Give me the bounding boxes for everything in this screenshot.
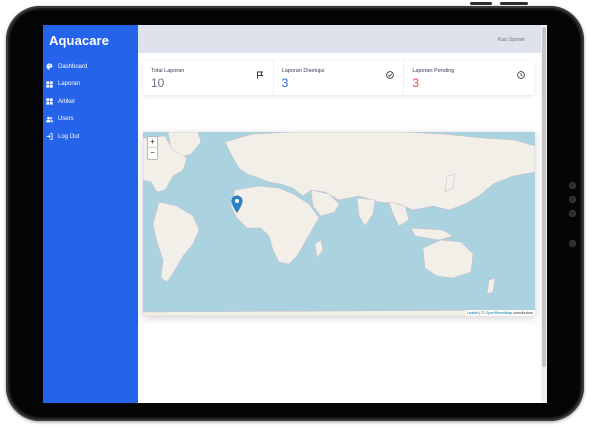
power-button <box>470 2 492 5</box>
grid-icon <box>46 98 53 105</box>
sidebar-item-laporan[interactable]: Laporan <box>46 76 136 94</box>
camera-dot <box>569 210 576 217</box>
map-view[interactable]: + − Leaflet | © OpenStreetMap contributo… <box>143 132 535 316</box>
stat-label: Laporan Pending <box>412 68 455 74</box>
attribution-tail: contributors <box>512 311 533 315</box>
flag-icon <box>256 71 263 79</box>
main-content: Kaci Sponer Total Laporan 10 Laporan Dis… <box>138 25 547 403</box>
check-circle-icon <box>386 71 395 79</box>
leaflet-link[interactable]: Leaflet <box>467 311 478 315</box>
logout-icon <box>46 133 53 140</box>
sidebar-item-label: Users <box>58 116 74 123</box>
grid-icon <box>46 81 53 88</box>
camera-dot <box>569 196 576 203</box>
stat-card-total: Total Laporan 10 <box>143 61 274 95</box>
sidebar-nav: Dashboard Laporan Artikel Users Log Out <box>46 58 136 146</box>
sidebar-item-label: Log Out <box>58 133 80 140</box>
sidebar-item-dashboard[interactable]: Dashboard <box>46 58 136 76</box>
world-map <box>143 132 535 316</box>
sidebar-item-label: Laporan <box>58 81 81 88</box>
map-marker-icon[interactable] <box>231 195 243 213</box>
osm-link[interactable]: OpenStreetMap <box>485 311 512 315</box>
zoom-control: + − <box>147 136 158 160</box>
stats-cards: Total Laporan 10 Laporan Disetujui 3 Lap… <box>143 61 534 95</box>
stat-label: Laporan Disetujui <box>281 68 325 74</box>
sidebar-item-artikel[interactable]: Artikel <box>46 93 136 111</box>
brand-logo[interactable]: Aquacare <box>49 33 109 48</box>
zoom-in-button[interactable]: + <box>148 137 157 148</box>
stat-value: 10 <box>151 76 165 90</box>
sidebar-item-logout[interactable]: Log Out <box>46 128 136 146</box>
sidebar-item-label: Artikel <box>58 98 75 105</box>
stat-value: 3 <box>281 76 289 90</box>
palette-icon <box>46 63 53 70</box>
sidebar: Aquacare Dashboard Laporan Artikel Users… <box>43 25 138 403</box>
camera-dot <box>569 240 576 247</box>
user-name[interactable]: Kaci Sponer <box>498 37 525 43</box>
top-bar: Kaci Sponer <box>138 25 541 53</box>
users-icon <box>46 116 53 123</box>
scrollbar-thumb[interactable] <box>542 27 546 367</box>
camera-dot <box>569 182 576 189</box>
map-attribution: Leaflet | © OpenStreetMap contributors <box>464 310 535 316</box>
sidebar-item-label: Dashboard <box>58 63 88 70</box>
screen: Aquacare Dashboard Laporan Artikel Users… <box>43 25 547 403</box>
stat-label: Total Laporan <box>151 68 185 74</box>
scrollbar[interactable] <box>541 25 547 403</box>
zoom-out-button[interactable]: − <box>148 148 157 159</box>
volume-button <box>500 2 528 5</box>
stat-card-pending: Laporan Pending 3 <box>404 61 534 95</box>
sidebar-item-users[interactable]: Users <box>46 111 136 129</box>
stat-card-approved: Laporan Disetujui 3 <box>274 61 405 95</box>
clock-icon <box>517 71 525 79</box>
stat-value: 3 <box>412 76 420 90</box>
